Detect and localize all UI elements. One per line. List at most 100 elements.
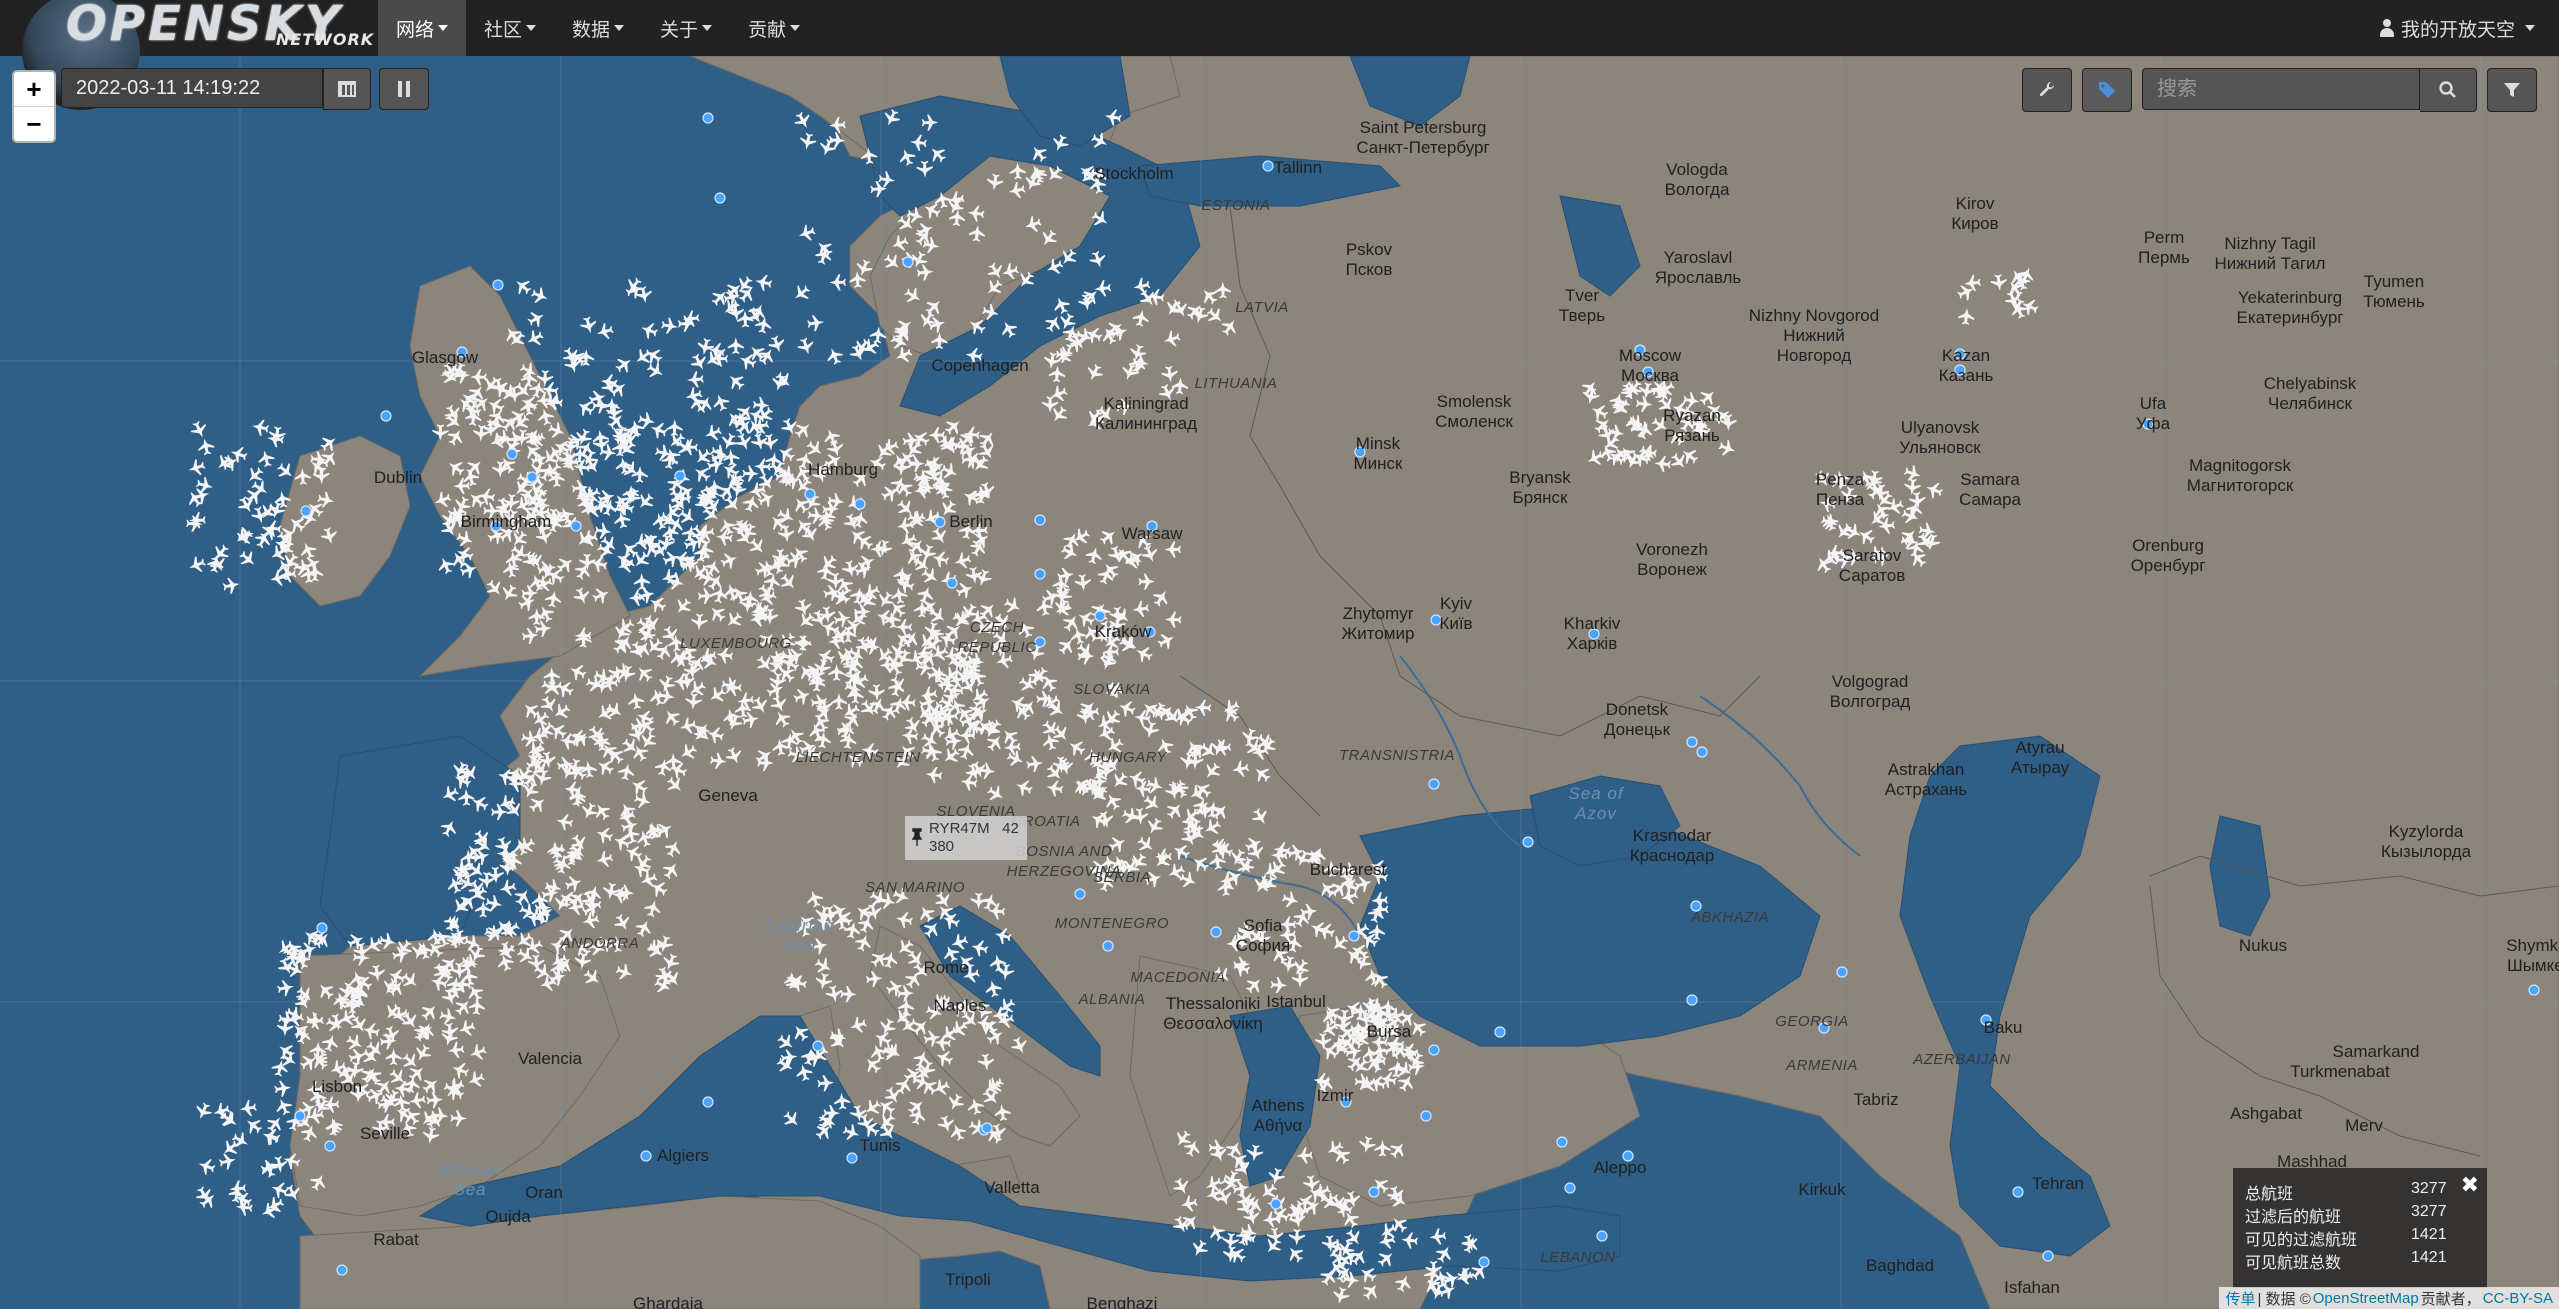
receiver-marker[interactable] bbox=[702, 112, 714, 124]
receiver-marker[interactable] bbox=[1102, 940, 1114, 952]
osm-link[interactable]: OpenStreetMap bbox=[2313, 1290, 2419, 1307]
receiver-marker[interactable] bbox=[1686, 736, 1698, 748]
city-label: Minsk Минск bbox=[1353, 434, 1403, 473]
receiver-marker[interactable] bbox=[1478, 1256, 1490, 1268]
stats-value: 1421 bbox=[2411, 1226, 2447, 1243]
receiver-marker[interactable] bbox=[946, 577, 958, 589]
receiver-marker[interactable] bbox=[1262, 160, 1274, 172]
receiver-marker[interactable] bbox=[300, 505, 312, 517]
receiver-marker[interactable] bbox=[1094, 610, 1106, 622]
receiver-marker[interactable] bbox=[1836, 966, 1848, 978]
settings-button[interactable] bbox=[2022, 68, 2072, 112]
city-label: Kirov Киров bbox=[1951, 194, 1999, 233]
receiver-marker[interactable] bbox=[336, 1264, 348, 1276]
receiver-marker[interactable] bbox=[506, 448, 518, 460]
zoom-in-button[interactable]: + bbox=[14, 72, 54, 106]
receiver-marker[interactable] bbox=[1428, 778, 1440, 790]
opensky-logo[interactable]: OPENSKY NETWORK bbox=[14, 0, 374, 110]
receiver-marker[interactable] bbox=[492, 279, 504, 291]
receiver-marker[interactable] bbox=[1034, 568, 1046, 580]
stats-row-visible-total: 可见航班总数 1421 bbox=[2245, 1249, 2465, 1272]
flight-map[interactable]: Saint Petersburg Санкт-Петербург Stockholm… bbox=[0, 56, 2559, 1309]
stats-value: 3277 bbox=[2411, 1180, 2447, 1197]
receiver-marker[interactable] bbox=[640, 1150, 652, 1162]
menu-network-label: 网络 bbox=[396, 19, 435, 41]
receiver-marker[interactable] bbox=[902, 256, 914, 268]
receiver-marker[interactable] bbox=[294, 1110, 306, 1122]
receiver-marker[interactable] bbox=[1428, 1044, 1440, 1056]
receiver-marker[interactable] bbox=[1494, 1026, 1506, 1038]
receiver-marker[interactable] bbox=[1074, 888, 1086, 900]
receiver-marker[interactable] bbox=[1420, 1110, 1432, 1122]
calendar-button[interactable] bbox=[323, 68, 371, 110]
map-tools bbox=[2022, 68, 2537, 112]
menu-data[interactable]: 数据 bbox=[554, 0, 642, 56]
receiver-marker[interactable] bbox=[526, 471, 538, 483]
user-menu-label: 我的开放天空 bbox=[2400, 19, 2515, 41]
receiver-marker[interactable] bbox=[1596, 1230, 1608, 1242]
city-label: Tabriz bbox=[1853, 1090, 1899, 1109]
receiver-marker[interactable] bbox=[2528, 984, 2540, 996]
receiver-marker[interactable] bbox=[674, 470, 686, 482]
city-label: Kyiv Київ bbox=[1439, 594, 1473, 633]
receiver-marker[interactable] bbox=[1210, 926, 1222, 938]
receiver-marker[interactable] bbox=[812, 1040, 824, 1052]
search-button[interactable] bbox=[2420, 68, 2477, 112]
search-group bbox=[2142, 68, 2477, 112]
datetime-input[interactable]: 2022-03-11 14:19:22 bbox=[61, 68, 323, 108]
city-label: Valencia bbox=[518, 1049, 582, 1068]
receiver-marker[interactable] bbox=[1564, 1182, 1576, 1194]
receiver-marker[interactable] bbox=[846, 1152, 858, 1164]
receiver-marker[interactable] bbox=[324, 1140, 336, 1152]
receiver-marker[interactable] bbox=[804, 488, 816, 500]
receiver-marker[interactable] bbox=[1368, 1186, 1380, 1198]
menu-community[interactable]: 社区 bbox=[466, 0, 554, 56]
aircraft-label-popup[interactable]: RYR47M 42 380 bbox=[905, 816, 1027, 860]
zoom-control: + − bbox=[12, 70, 56, 143]
receiver-marker[interactable] bbox=[1696, 746, 1708, 758]
receiver-marker[interactable] bbox=[2012, 1186, 2024, 1198]
city-label: Ulyanovsk Ульяновск bbox=[1899, 418, 1981, 457]
receiver-marker[interactable] bbox=[1348, 930, 1360, 942]
city-label: Athens Αθήνα bbox=[1251, 1096, 1305, 1135]
city-label: Saratov Саратов bbox=[1838, 546, 1906, 585]
city-label: Saint Petersburg Санкт-Петербург bbox=[1356, 118, 1490, 157]
receiver-marker[interactable] bbox=[1034, 514, 1046, 526]
leaflet-link[interactable]: 传单 bbox=[2225, 1288, 2255, 1309]
receiver-marker[interactable] bbox=[981, 1122, 993, 1134]
city-label: ShymkentШымкент bbox=[2506, 936, 2559, 975]
license-link[interactable]: CC-BY-SA bbox=[2483, 1290, 2553, 1307]
receiver-marker[interactable] bbox=[316, 922, 328, 934]
receiver-marker[interactable] bbox=[1270, 1198, 1282, 1210]
search-input[interactable] bbox=[2142, 68, 2420, 110]
city-label: Stockholm bbox=[1094, 164, 1174, 183]
zoom-out-button[interactable]: − bbox=[14, 106, 54, 141]
filter-button[interactable] bbox=[2487, 68, 2537, 112]
menu-about[interactable]: 关于 bbox=[642, 0, 730, 56]
wrench-icon bbox=[2039, 81, 2055, 97]
receiver-marker[interactable] bbox=[934, 516, 946, 528]
aircraft-value-a: 42 bbox=[1002, 820, 1019, 837]
receiver-marker[interactable] bbox=[380, 410, 392, 422]
city-label: Kyzylorda Кызылорда bbox=[2380, 822, 2472, 861]
receiver-marker[interactable] bbox=[714, 192, 726, 204]
menu-data-label: 数据 bbox=[572, 19, 611, 41]
receiver-marker[interactable] bbox=[1556, 1136, 1568, 1148]
menu-contribute[interactable]: 贡献 bbox=[730, 0, 818, 56]
tag-icon bbox=[2099, 82, 2115, 98]
city-label: Chelyabinsk Челябинск bbox=[2263, 374, 2357, 413]
receiver-marker[interactable] bbox=[1522, 836, 1534, 848]
receiver-marker[interactable] bbox=[854, 498, 866, 510]
city-label: Tallinn bbox=[1273, 158, 1323, 177]
user-menu[interactable]: 我的开放天空 bbox=[2379, 0, 2535, 56]
city-label: Bursa bbox=[1366, 1022, 1412, 1041]
pause-button[interactable] bbox=[379, 68, 429, 110]
menu-network[interactable]: 网络 bbox=[378, 0, 467, 56]
receiver-marker[interactable] bbox=[702, 1096, 714, 1108]
country-label: CZECH REPUBLIC bbox=[957, 619, 1037, 656]
city-label: Turkmenabat bbox=[2290, 1062, 2390, 1081]
receiver-marker[interactable] bbox=[2042, 1250, 2054, 1262]
receiver-marker[interactable] bbox=[1686, 994, 1698, 1006]
labels-toggle-button[interactable] bbox=[2082, 68, 2132, 112]
receiver-marker[interactable] bbox=[570, 520, 582, 532]
